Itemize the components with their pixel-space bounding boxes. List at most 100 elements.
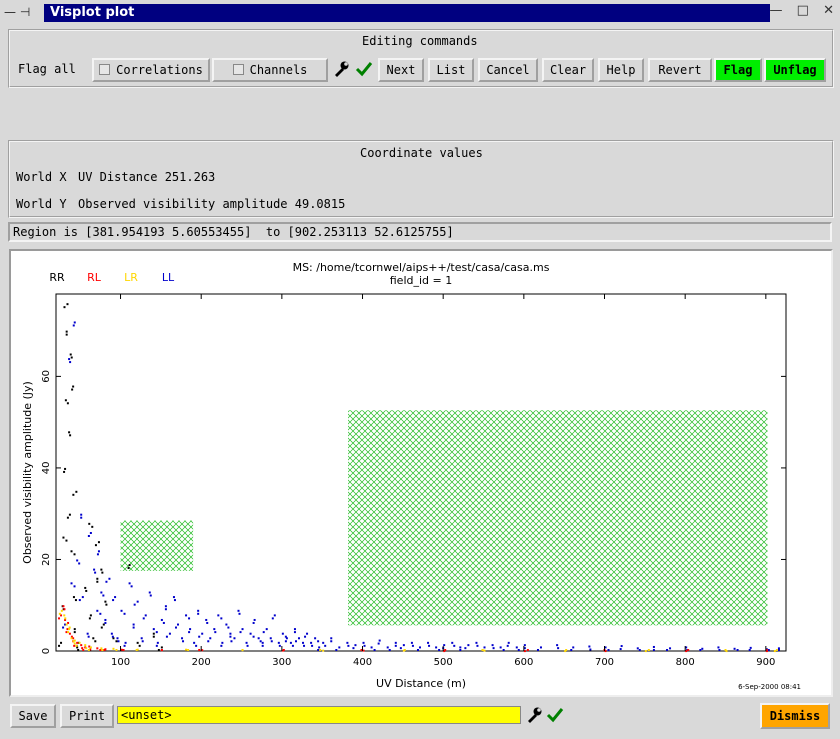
data-point-ll xyxy=(386,646,389,649)
data-point-rr xyxy=(160,646,163,649)
maximize-icon[interactable]: □ xyxy=(797,3,809,18)
data-point-ll xyxy=(246,644,249,647)
scatter-plot[interactable]: MS: /home/tcornwel/aips++/test/casa/casa… xyxy=(11,251,831,695)
channels-toggle[interactable]: Channels xyxy=(212,58,328,82)
x-tick-label: 700 xyxy=(595,657,614,668)
close-icon[interactable]: ✕ xyxy=(823,3,834,18)
list-button[interactable]: List xyxy=(428,58,474,82)
data-point-ll xyxy=(189,628,192,631)
data-point-ll xyxy=(438,649,441,651)
wrench-icon[interactable] xyxy=(525,706,543,727)
window-title[interactable]: Visplot plot xyxy=(44,4,770,22)
data-point-ll xyxy=(607,649,610,651)
command-entry[interactable]: <unset> xyxy=(117,706,521,724)
data-point-rl xyxy=(63,608,66,611)
data-point-ll xyxy=(293,631,296,634)
dismiss-button[interactable]: Dismiss xyxy=(760,703,830,729)
data-point-ll xyxy=(388,649,391,651)
data-point-ll xyxy=(249,632,252,635)
data-point-lr xyxy=(644,650,647,653)
data-point-rr xyxy=(138,644,141,647)
data-point-ll xyxy=(160,618,163,621)
minimize-icon[interactable]: — xyxy=(770,3,783,18)
cancel-button[interactable]: Cancel xyxy=(478,58,538,82)
data-point-ll xyxy=(141,640,144,643)
next-button[interactable]: Next xyxy=(378,58,424,82)
data-point-rr xyxy=(66,516,69,519)
data-point-ll xyxy=(317,640,320,643)
data-point-ll xyxy=(619,648,622,651)
data-point-ll xyxy=(443,644,446,647)
data-point-rl xyxy=(526,649,529,651)
checkmark-icon[interactable] xyxy=(355,60,373,81)
data-point-ll xyxy=(156,641,159,644)
data-point-ll xyxy=(428,644,431,647)
data-point-ll xyxy=(636,647,639,650)
data-point-ll xyxy=(227,626,230,629)
save-button[interactable]: Save xyxy=(10,704,56,728)
data-point-ll xyxy=(297,637,300,640)
clear-button[interactable]: Clear xyxy=(542,58,594,82)
data-point-ll xyxy=(144,614,147,617)
data-point-ll xyxy=(362,641,365,644)
data-point-ll xyxy=(322,641,325,644)
data-point-ll xyxy=(114,596,117,599)
data-point-ll xyxy=(467,644,470,647)
data-point-rr xyxy=(128,564,131,567)
window-menu-icon[interactable]: — ⊣ xyxy=(4,5,30,19)
unflag-button[interactable]: Unflag xyxy=(764,58,826,82)
data-point-ll xyxy=(96,553,99,556)
data-point-ll xyxy=(483,646,486,649)
data-point-rl xyxy=(62,605,65,608)
checkbox-icon xyxy=(232,64,244,75)
data-point-ll xyxy=(100,591,103,594)
print-button[interactable]: Print xyxy=(60,704,114,728)
correlations-toggle[interactable]: Correlations xyxy=(92,58,210,82)
data-point-ll xyxy=(638,649,641,651)
help-button[interactable]: Help xyxy=(598,58,644,82)
data-point-rr xyxy=(88,522,91,525)
data-point-ll xyxy=(416,649,419,651)
data-point-ll xyxy=(318,646,321,649)
title-bar: — ⊣ Visplot plot — □ ✕ xyxy=(0,0,840,26)
data-point-ll xyxy=(206,621,209,624)
data-point-ll xyxy=(310,641,313,644)
world-y-value: Observed visibility amplitude 49.0815 xyxy=(78,197,346,211)
data-point-lr xyxy=(68,628,71,631)
data-point-rr xyxy=(73,628,76,631)
flag-button[interactable]: Flag xyxy=(714,58,762,82)
data-point-rl xyxy=(160,649,163,651)
data-point-rr xyxy=(60,641,63,644)
data-point-rr xyxy=(152,635,155,638)
data-point-ll xyxy=(306,632,309,635)
revert-button[interactable]: Revert xyxy=(648,58,712,82)
data-point-ll xyxy=(108,577,111,580)
data-point-ll xyxy=(666,649,669,651)
plot-canvas[interactable]: MS: /home/tcornwel/aips++/test/casa/casa… xyxy=(9,249,833,697)
world-x-value: UV Distance 251.263 xyxy=(78,170,216,184)
data-point-rr xyxy=(70,550,73,553)
data-point-ll xyxy=(198,635,201,638)
data-point-ll xyxy=(317,649,320,651)
wrench-icon[interactable] xyxy=(332,60,350,81)
data-point-ll xyxy=(188,617,191,620)
data-point-lr xyxy=(84,644,87,647)
data-point-ll xyxy=(304,635,307,638)
data-point-ll xyxy=(209,637,212,640)
data-point-lr xyxy=(75,644,78,647)
data-point-ll xyxy=(259,640,262,643)
data-point-ll xyxy=(181,637,184,640)
data-point-rr xyxy=(68,431,71,434)
data-point-lr xyxy=(647,649,650,651)
data-point-rr xyxy=(84,586,87,589)
data-point-ll xyxy=(195,644,198,647)
data-point-ll xyxy=(257,637,260,640)
data-point-ll xyxy=(539,646,542,649)
y-tick-label: 60 xyxy=(41,370,52,383)
data-point-ll xyxy=(86,632,89,635)
data-point-ll xyxy=(128,582,131,585)
data-point-ll xyxy=(377,642,380,645)
data-point-ll xyxy=(207,640,210,643)
flag-region-2 xyxy=(348,410,768,626)
checkmark-icon[interactable] xyxy=(546,706,564,727)
